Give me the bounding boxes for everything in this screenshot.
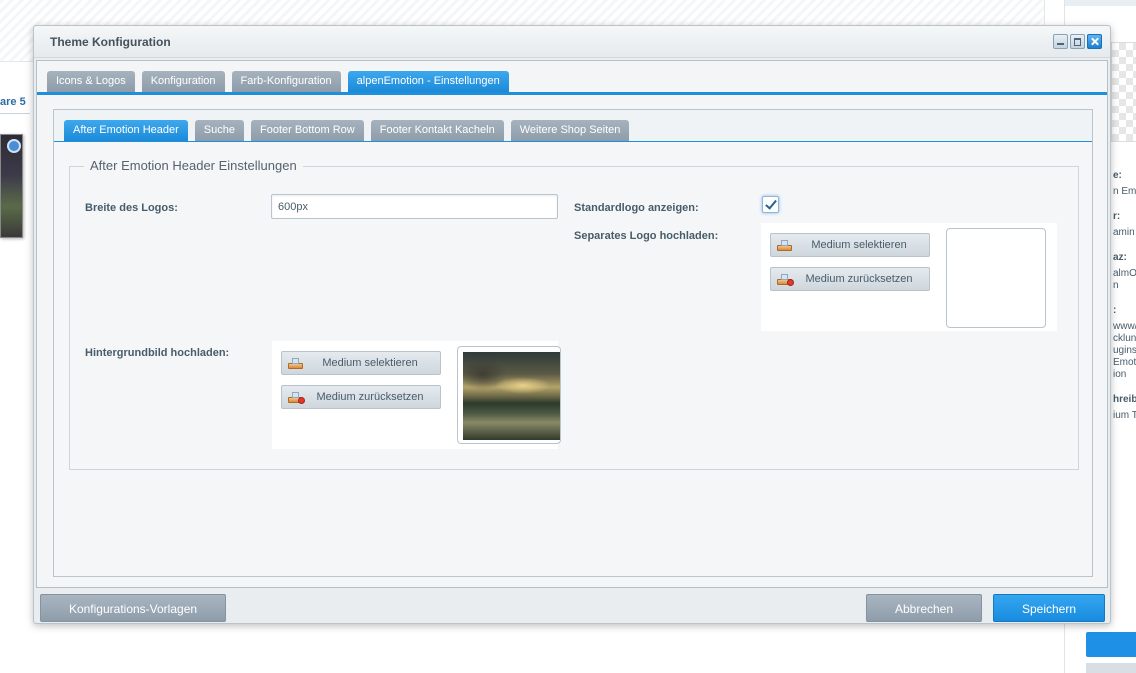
background-image-preview xyxy=(457,346,561,444)
background-detail-text: almO xyxy=(1113,268,1136,279)
background-detail-text: r: xyxy=(1113,211,1121,222)
refresh-icon xyxy=(7,139,21,153)
background-detail-text: ium T xyxy=(1113,410,1136,421)
background-detail-text: cklun xyxy=(1113,333,1136,344)
inner-tab-0[interactable]: After Emotion Header xyxy=(64,120,188,141)
inner-tab-container: After Emotion Header Suche Footer Bottom R… xyxy=(53,109,1093,577)
background-tab-label[interactable]: are 5 xyxy=(0,94,30,112)
inner-tab-1[interactable]: Suche xyxy=(194,120,244,141)
background-divider xyxy=(0,113,30,114)
background-detail-text: n Emo xyxy=(1113,186,1136,197)
separate-logo-media-area: Medium selektieren Medium zurücksetzen xyxy=(761,223,1057,331)
standard-logo-checkbox[interactable] xyxy=(762,196,779,213)
outer-tab-1[interactable]: Konfiguration xyxy=(141,71,225,92)
reset-logo-media-button[interactable]: Medium zurücksetzen xyxy=(770,267,930,291)
save-button[interactable]: Speichern xyxy=(993,594,1105,622)
landscape-image xyxy=(463,352,560,440)
outer-tab-3[interactable]: alpenEmotion - Einstellungen xyxy=(347,71,509,92)
background-detail-text: ugins/ xyxy=(1113,345,1136,356)
window-header[interactable]: Theme Konfiguration xyxy=(34,26,1110,58)
background-detail-text: ion xyxy=(1113,369,1127,380)
background-detail-text: hreib xyxy=(1113,394,1136,405)
outer-tab-0[interactable]: Icons & Logos xyxy=(47,71,135,92)
background-detail-text: www/ xyxy=(1113,321,1136,332)
standard-logo-label: Standardlogo anzeigen: xyxy=(574,202,699,214)
background-secondary-button[interactable] xyxy=(1086,663,1136,673)
background-image-media-area: Medium selektieren Medium zurücksetzen xyxy=(272,341,561,449)
outer-tab-bar: Icons & Logos Konfiguration Farb-Konfigura… xyxy=(47,71,509,92)
window-title: Theme Konfiguration xyxy=(50,35,171,49)
window-body: Icons & Logos Konfiguration Farb-Konfigura… xyxy=(36,60,1108,588)
inner-tab-4[interactable]: Weitere Shop Seiten xyxy=(510,120,630,141)
background-detail-text: : xyxy=(1113,305,1117,316)
outer-tab-2[interactable]: Farb-Konfiguration xyxy=(231,71,341,92)
cancel-button[interactable]: Abbrechen xyxy=(866,594,982,622)
background-detail-text: amin I xyxy=(1113,227,1136,238)
background-detail-text: az: xyxy=(1113,252,1127,263)
maximize-icon[interactable] xyxy=(1070,34,1085,49)
inner-tab-3[interactable]: Footer Kontakt Kacheln xyxy=(370,120,504,141)
background-detail-text: Emoti xyxy=(1113,357,1136,368)
background-image-label: Hintergrundbild hochladen: xyxy=(85,347,230,359)
background-panel-header xyxy=(1065,0,1136,6)
logo-preview xyxy=(946,228,1046,328)
background-theme-thumbnail[interactable] xyxy=(0,134,23,238)
alpenemotion-settings-panel: After Emotion Header Suche Footer Bottom R… xyxy=(37,95,1107,587)
close-icon[interactable] xyxy=(1087,34,1102,49)
background-action-button[interactable] xyxy=(1086,632,1136,657)
select-background-media-button[interactable]: Medium selektieren xyxy=(281,351,441,375)
inner-tab-2[interactable]: Footer Bottom Row xyxy=(250,120,364,141)
background-detail-text: e: xyxy=(1113,170,1122,181)
configuration-templates-button[interactable]: Konfigurations-Vorlagen xyxy=(40,594,226,622)
after-emotion-header-panel: After Emotion Header Einstellungen Breit… xyxy=(54,142,1092,576)
theme-configuration-window: Theme Konfiguration Icons & Logos Konfigu… xyxy=(33,25,1111,624)
fieldset-legend: After Emotion Header Einstellungen xyxy=(84,158,303,173)
logo-width-input[interactable] xyxy=(271,194,558,219)
background-detail-text: n xyxy=(1113,280,1119,291)
window-tools xyxy=(1053,34,1102,49)
reset-background-media-button[interactable]: Medium zurücksetzen xyxy=(281,385,441,409)
minimize-icon[interactable] xyxy=(1053,34,1068,49)
select-logo-media-button[interactable]: Medium selektieren xyxy=(770,233,930,257)
logo-width-label: Breite des Logos: xyxy=(85,202,178,214)
background-preview-image xyxy=(1111,42,1136,142)
separate-logo-label: Separates Logo hochladen: xyxy=(574,230,719,242)
after-emotion-header-fieldset: After Emotion Header Einstellungen Breit… xyxy=(69,158,1079,470)
inner-tab-bar: After Emotion Header Suche Footer Bottom R… xyxy=(64,120,630,141)
